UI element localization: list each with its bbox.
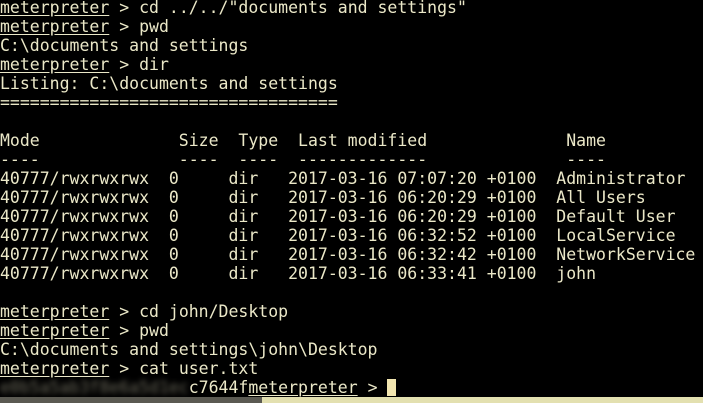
prompt-label: meterpreter: [0, 0, 110, 17]
output-text: ==================================: [0, 93, 338, 112]
table-row: 40777/rwxrwxrwx 0 dir 2017-03-16 06:20:2…: [0, 207, 703, 226]
table-row-text: 40777/rwxrwxrwx 0 dir 2017-03-16 06:32:5…: [0, 226, 676, 245]
table-row-text: 40777/rwxrwxrwx 0 dir 2017-03-16 06:32:4…: [0, 245, 696, 264]
command-text: > cd ../../"documents and settings": [109, 0, 467, 17]
table-row-text: 40777/rwxrwxrwx 0 dir 2017-03-16 07:07:2…: [0, 169, 686, 188]
status-bar: [0, 397, 703, 403]
prompt-label: meterpreter: [0, 55, 110, 74]
redacted-output: e0b5a5ab3f8e6a5d1ec: [0, 378, 189, 397]
table-row: 40777/rwxrwxrwx 0 dir 2017-03-16 06:20:2…: [0, 188, 703, 207]
table-row: 40777/rwxrwxrwx 0 dir 2017-03-16 07:07:2…: [0, 169, 703, 188]
table-header-text: Mode Size Type Last modified Name: [0, 131, 606, 150]
table-header: Mode Size Type Last modified Name: [0, 131, 703, 150]
text-cursor[interactable]: [387, 379, 397, 396]
table-row-text: 40777/rwxrwxrwx 0 dir 2017-03-16 06:33:4…: [0, 264, 597, 283]
prompt-label: meterpreter: [0, 302, 110, 321]
prompt-label: meterpreter: [0, 359, 110, 378]
prompt-label: meterpreter: [0, 321, 110, 340]
command-text: > pwd: [109, 321, 169, 340]
output-line: Listing: C:\documents and settings: [0, 74, 703, 93]
command-line: meterpreter > dir: [0, 55, 703, 74]
output-text: C:\documents and settings\john\Desktop: [0, 340, 378, 359]
command-line: meterpreter > cd john/Desktop: [0, 302, 703, 321]
command-line: meterpreter > pwd: [0, 17, 703, 36]
table-row: 40777/rwxrwxrwx 0 dir 2017-03-16 06:32:5…: [0, 226, 703, 245]
command-text: > dir: [109, 55, 169, 74]
output-line: C:\documents and settings: [0, 36, 703, 55]
command-text: > cat user.txt: [109, 359, 259, 378]
table-divider-text: ---- ---- ---- ------------- ----: [0, 150, 606, 169]
output-text: c7644f: [188, 378, 249, 397]
terminal-output[interactable]: meterpreter > cd ../../"documents and se…: [0, 0, 703, 397]
current-command-line[interactable]: e0b5a5ab3f8e6a5d1ecc7644fmeterpreter >: [0, 378, 703, 397]
table-row-text: 40777/rwxrwxrwx 0 dir 2017-03-16 06:20:2…: [0, 188, 646, 207]
table-divider: ---- ---- ---- ------------- ----: [0, 150, 703, 169]
status-bar-segment: [0, 397, 262, 403]
table-row: 40777/rwxrwxrwx 0 dir 2017-03-16 06:33:4…: [0, 264, 703, 283]
command-text: > pwd: [109, 17, 169, 36]
output-text: C:\documents and settings: [0, 36, 249, 55]
prompt-label: meterpreter: [0, 17, 110, 36]
command-line: meterpreter > cd ../../"documents and se…: [0, 0, 703, 17]
output-line: ==================================: [0, 93, 703, 112]
prompt-label: meterpreter: [248, 378, 358, 397]
output-line: C:\documents and settings\john\Desktop: [0, 340, 703, 359]
command-text: > cd john/Desktop: [109, 302, 289, 321]
table-row-text: 40777/rwxrwxrwx 0 dir 2017-03-16 06:20:2…: [0, 207, 676, 226]
output-text: Listing: C:\documents and settings: [0, 74, 338, 93]
command-line: meterpreter > pwd: [0, 321, 703, 340]
command-line: meterpreter > cat user.txt: [0, 359, 703, 378]
prompt-suffix: >: [357, 378, 388, 397]
table-row: 40777/rwxrwxrwx 0 dir 2017-03-16 06:32:4…: [0, 245, 703, 264]
